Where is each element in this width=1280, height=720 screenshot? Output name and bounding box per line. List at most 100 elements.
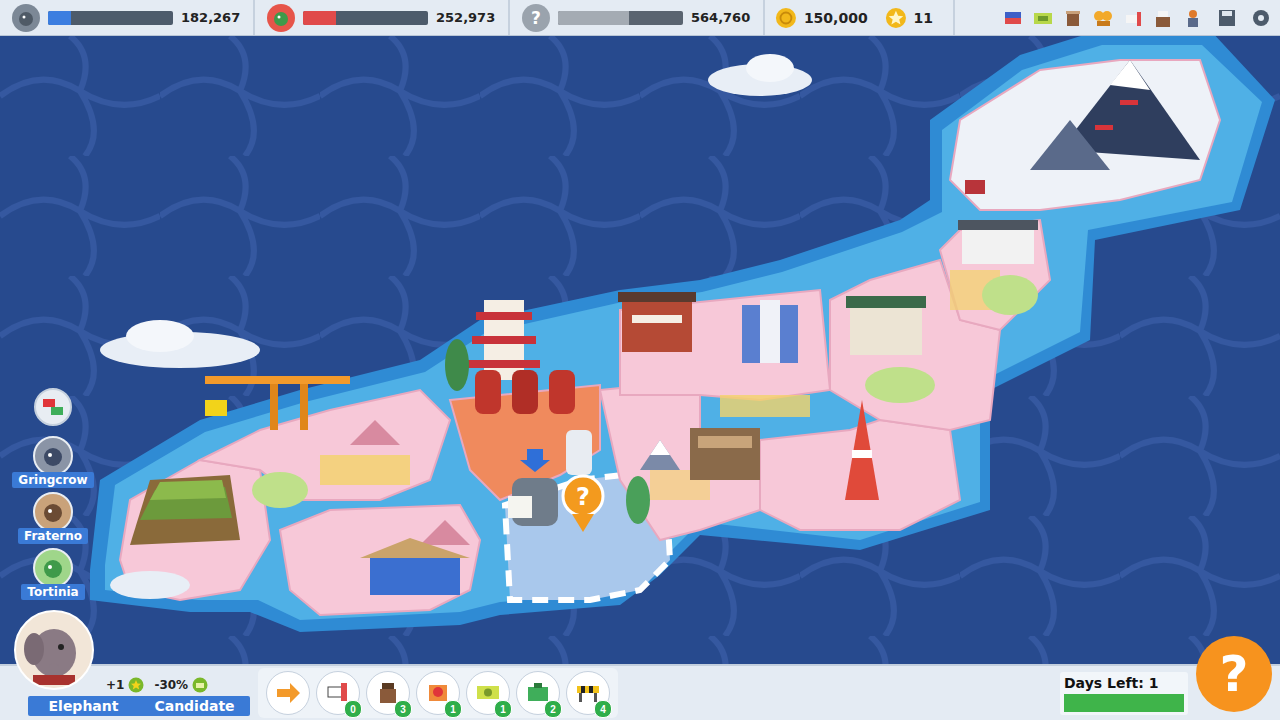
candidate-avatar	[267, 4, 295, 32]
station-building	[622, 300, 692, 352]
candidate-stat[interactable]: 182,267	[0, 0, 255, 35]
shape-icon	[1222, 11, 1232, 16]
shape-icon	[1137, 12, 1141, 26]
capitol-roof	[958, 220, 1038, 230]
pagoda-roof	[468, 360, 540, 368]
district[interactable]	[200, 390, 450, 500]
bill-icon	[196, 683, 204, 688]
eye-icon	[48, 509, 52, 513]
event-pin[interactable]	[563, 476, 603, 516]
action-button[interactable]: 4	[566, 671, 610, 715]
vote-score: 252,973	[436, 10, 495, 25]
arena	[690, 428, 760, 480]
gear-icon	[1250, 7, 1272, 29]
swap-button[interactable]	[34, 388, 72, 426]
action-button[interactable]: 1	[416, 671, 460, 715]
shallow-water	[105, 45, 1262, 620]
map-area: ? Gringcrow Fraterno Tortinia	[0, 36, 1280, 664]
rival-item[interactable]: Gringcrow	[12, 436, 93, 488]
swap-red-icon	[43, 399, 55, 407]
trophies-icon	[1092, 7, 1114, 29]
eye-icon	[278, 15, 281, 18]
money-modifier: -30%	[154, 678, 188, 692]
shape-icon	[1067, 13, 1079, 26]
eye-icon	[48, 453, 52, 457]
days-bar	[1064, 694, 1184, 712]
shape-icon	[1158, 11, 1168, 17]
action-button[interactable]: 2	[516, 671, 560, 715]
crane-cargo	[205, 400, 227, 416]
move-button[interactable]	[266, 671, 310, 715]
cup-button[interactable]	[1060, 5, 1086, 31]
flag-button[interactable]	[1000, 5, 1026, 31]
trophies-button[interactable]	[1090, 5, 1116, 31]
rival-name: Fraterno	[18, 528, 88, 544]
figure-button[interactable]	[1180, 5, 1206, 31]
rival-item[interactable]: Tortinia	[21, 548, 84, 600]
shape-icon	[1188, 18, 1198, 27]
vote-bar-fill	[558, 11, 629, 25]
animal-face-icon	[16, 8, 36, 28]
megaphone-button[interactable]	[1120, 5, 1146, 31]
action-count: 3	[394, 700, 412, 718]
coin-icon	[775, 6, 797, 30]
player-portrait[interactable]	[14, 610, 94, 690]
sea-pattern	[0, 36, 1280, 664]
field	[320, 455, 410, 485]
megaphone-icon	[1122, 7, 1144, 29]
save-button[interactable]	[1214, 5, 1240, 31]
cloud	[110, 571, 190, 599]
action-button[interactable]: 1	[466, 671, 510, 715]
rival-item[interactable]: Fraterno	[18, 492, 88, 544]
shape-icon	[429, 685, 447, 701]
beach-house	[370, 555, 460, 595]
shape-icon	[477, 686, 499, 699]
elephant-ear-icon	[24, 633, 44, 665]
help-button[interactable]: ?	[1196, 636, 1272, 712]
shape-icon	[1253, 10, 1269, 26]
district[interactable]	[830, 260, 1000, 430]
ski-lift	[1120, 100, 1138, 105]
rival-avatar	[33, 548, 73, 588]
shape-icon	[341, 683, 347, 701]
tower-core	[760, 300, 780, 363]
gear-button[interactable]	[1248, 5, 1274, 31]
toolbar	[955, 5, 1280, 31]
podium-button[interactable]	[1150, 5, 1176, 31]
port-crane	[205, 376, 350, 384]
map[interactable]: ?	[0, 36, 1280, 664]
action-button[interactable]: 3	[366, 671, 410, 715]
sea	[0, 36, 1280, 664]
district[interactable]	[950, 60, 1220, 210]
action-button[interactable]: 0	[316, 671, 360, 715]
rival-name: Gringcrow	[12, 472, 93, 488]
district[interactable]	[940, 220, 1050, 330]
arrow-right-icon	[270, 675, 306, 711]
candidate-stat[interactable]: ?564,760	[510, 0, 765, 35]
action-count: 2	[544, 700, 562, 718]
newspaper	[508, 496, 532, 518]
pin-label: ?	[576, 483, 590, 511]
trees	[252, 472, 308, 508]
rival-face-icon	[40, 555, 66, 581]
shape-icon	[1189, 10, 1197, 18]
district[interactable]	[505, 470, 670, 600]
ticket-button[interactable]	[1030, 5, 1056, 31]
shape-icon	[1126, 15, 1138, 23]
swap-icon	[40, 394, 66, 420]
shape-icon	[484, 689, 492, 697]
candidate-stat[interactable]: 252,973	[255, 0, 510, 35]
swap-green-icon	[51, 407, 63, 415]
action-count: 1	[444, 700, 462, 718]
save-icon	[1216, 7, 1238, 29]
rival-face-icon	[40, 443, 66, 469]
district[interactable]	[280, 505, 480, 615]
rival-face-icon	[40, 499, 66, 525]
star-shape-icon	[888, 10, 903, 24]
game-screen: 182,267252,973?564,760150,00011?Gringcro…	[0, 0, 1280, 720]
star-shape-icon	[131, 680, 141, 690]
shape-icon	[579, 693, 582, 702]
vote-score: 182,267	[181, 10, 240, 25]
district[interactable]	[620, 290, 830, 400]
dinosaur-figure	[445, 339, 469, 391]
